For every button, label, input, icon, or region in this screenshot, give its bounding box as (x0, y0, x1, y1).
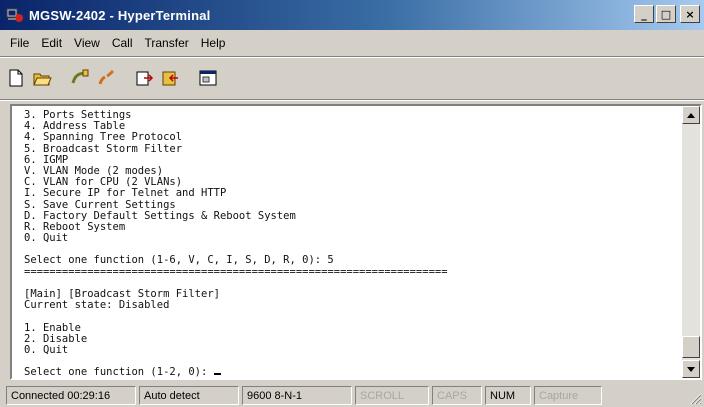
scroll-down-button[interactable] (682, 360, 700, 378)
menu-call[interactable]: Call (106, 36, 139, 50)
close-button[interactable]: × (680, 5, 700, 23)
terminal-screen[interactable]: 3. Ports Settings 4. Address Table 4. Span… (12, 106, 682, 378)
menu-view[interactable]: View (68, 36, 106, 50)
menu-help[interactable]: Help (195, 36, 232, 50)
terminal-line: 0. Quit (24, 232, 69, 245)
status-caps: CAPS (432, 386, 482, 405)
terminal-line: ========================================… (24, 265, 448, 278)
hyperterminal-window: MGSW-2402 - HyperTerminal _ □ × File Edi… (0, 0, 704, 407)
terminal-line: S. Save Current Settings (24, 198, 176, 211)
status-num: NUM (485, 386, 531, 405)
status-detect: Auto detect (139, 386, 239, 405)
resize-grip-icon[interactable] (688, 391, 702, 405)
maximize-button[interactable]: □ (656, 5, 676, 23)
hyperterminal-app-icon[interactable] (6, 6, 24, 24)
open-icon[interactable] (30, 66, 54, 90)
status-bar: Connected 00:29:16 Auto detect 9600 8-N-… (0, 384, 704, 407)
disconnect-icon[interactable] (94, 66, 118, 90)
properties-icon[interactable] (196, 66, 220, 90)
status-scroll: SCROLL (355, 386, 429, 405)
toolbar (4, 60, 220, 96)
terminal-prompt: Select one function (1-2, 0): (24, 366, 214, 378)
minimize-button[interactable]: _ (634, 5, 654, 23)
scroll-up-button[interactable] (682, 106, 700, 124)
menu-bar: File Edit View Call Transfer Help (0, 32, 704, 54)
terminal-line: Select one function (1-6, V, C, I, S, D,… (24, 254, 334, 267)
status-settings: 9600 8-N-1 (242, 386, 352, 405)
terminal-line: 1. Enable (24, 321, 81, 334)
arrow-down-icon (687, 366, 695, 372)
toolbar-divider-bottom (0, 99, 704, 101)
terminal-line: Current state: Disabled (24, 299, 170, 312)
terminal-prompt-line: Select one function (1-2, 0): (24, 367, 682, 378)
status-connected: Connected 00:29:16 (6, 386, 136, 405)
terminal-line: 4. Spanning Tree Protocol (24, 131, 183, 144)
title-bar[interactable]: MGSW-2402 - HyperTerminal _ □ × (0, 0, 704, 30)
send-icon[interactable] (132, 66, 156, 90)
terminal-line: R. Reboot System (24, 220, 126, 233)
arrow-up-icon (687, 112, 695, 118)
text-cursor (213, 373, 221, 376)
connect-icon[interactable] (68, 66, 92, 90)
menu-transfer[interactable]: Transfer (139, 36, 195, 50)
receive-icon[interactable] (158, 66, 182, 90)
scroll-thumb[interactable] (682, 336, 700, 358)
vertical-scrollbar[interactable] (682, 106, 700, 378)
toolbar-divider-top (0, 56, 704, 58)
terminal-frame: 3. Ports Settings 4. Address Table 4. Span… (10, 104, 702, 380)
terminal-line: 5. Broadcast Storm Filter (24, 142, 183, 155)
terminal-line: 2. Disable (24, 332, 88, 345)
window-title: MGSW-2402 - HyperTerminal (29, 7, 211, 23)
status-capture: Capture (534, 386, 602, 405)
terminal-line: 0. Quit (24, 343, 69, 356)
menu-edit[interactable]: Edit (35, 36, 68, 50)
terminal-line: I. Secure IP for Telnet and HTTP (24, 187, 227, 200)
new-connection-icon[interactable] (4, 66, 28, 90)
menu-file[interactable]: File (4, 36, 35, 50)
